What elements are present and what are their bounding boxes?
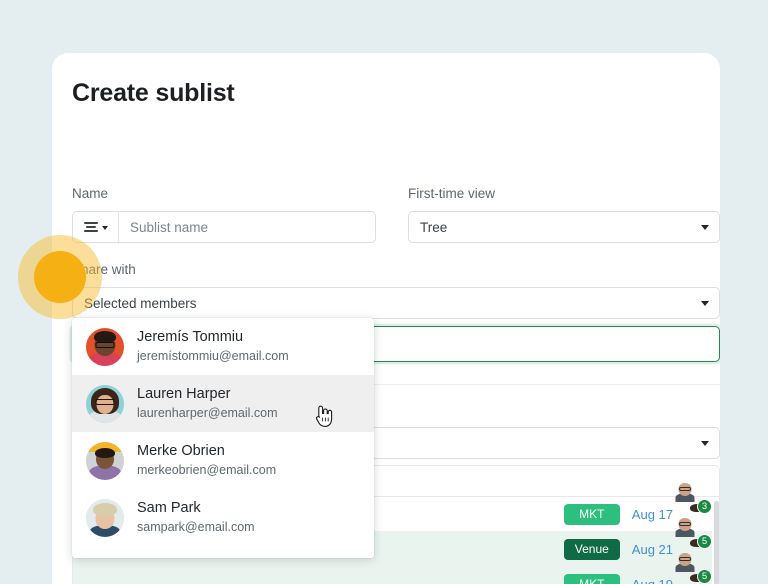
chevron-down-icon — [701, 225, 709, 230]
chevron-down-icon — [101, 226, 108, 230]
share-with-select[interactable]: Selected members — [72, 287, 720, 319]
avatar — [86, 498, 124, 537]
suggestion-name: Jeremís Tommiu — [137, 329, 244, 346]
count-badge: 3 — [697, 499, 712, 514]
suggestion-item[interactable]: Sam Park sampark@email.com — [72, 489, 374, 546]
suggestion-item[interactable]: Jeremís Tommiu jeremístommiu@email.com — [72, 318, 374, 375]
status-badge: MKT — [563, 503, 620, 525]
chevron-down-icon — [701, 301, 709, 306]
screenshot-root: Create sublist Name Sublist name First-t… — [0, 0, 768, 584]
suggestion-name: Lauren Harper — [137, 386, 231, 403]
first-time-view-value: Tree — [420, 219, 448, 235]
avatar — [86, 384, 124, 423]
row-date: Aug 17 — [631, 506, 673, 522]
name-input[interactable]: Sublist name — [119, 220, 208, 235]
avatar — [86, 327, 124, 366]
row-date: Aug 19 — [631, 576, 673, 584]
status-badge: MKT — [563, 573, 620, 584]
click-pulse-indicator — [34, 251, 86, 303]
page-title: Create sublist — [72, 79, 235, 107]
suggestion-email: laurenharper@email.com — [137, 405, 278, 420]
table-scrollbar-thumb[interactable] — [713, 501, 719, 584]
first-time-view-select[interactable]: Tree — [408, 211, 720, 243]
row-avatar-group[interactable]: 5 — [675, 553, 712, 584]
name-field-label: Name — [72, 186, 109, 201]
suggestion-name: Merke Obrien — [137, 443, 225, 460]
count-badge: 5 — [697, 534, 712, 549]
name-format-button[interactable] — [73, 212, 119, 242]
suggestion-email: merkeobrien@email.com — [137, 462, 277, 477]
first-time-view-label: First-time view — [408, 186, 495, 201]
list-format-icon — [83, 221, 98, 233]
suggestion-email: jeremístommiu@email.com — [137, 348, 289, 363]
avatar — [86, 441, 124, 480]
table-row[interactable]: MKT Aug 19 5 — [72, 553, 720, 584]
name-field[interactable]: Sublist name — [72, 211, 376, 243]
count-badge: 5 — [697, 569, 712, 584]
member-suggestions-dropdown[interactable]: Jeremís Tommiu jeremístommiu@email.com L… — [72, 318, 374, 558]
pointer-hand-cursor — [316, 405, 333, 427]
row-date: Aug 21 — [631, 541, 673, 557]
suggestion-name: Sam Park — [137, 500, 201, 517]
status-badge: Venue — [563, 538, 620, 560]
suggestion-email: sampark@email.com — [137, 519, 255, 534]
suggestion-item[interactable]: Merke Obrien merkeobrien@email.com — [72, 432, 374, 489]
chevron-down-icon — [701, 441, 709, 446]
